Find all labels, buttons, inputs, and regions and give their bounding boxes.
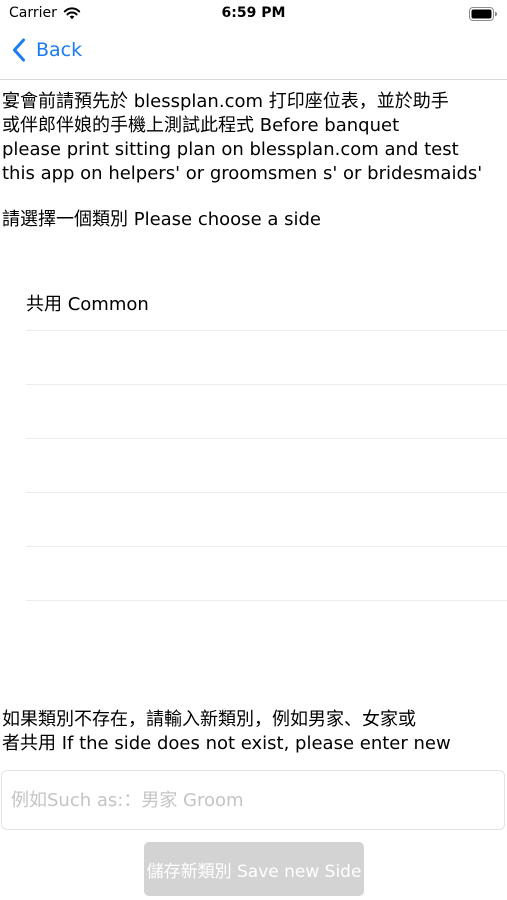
side-row[interactable] — [26, 439, 507, 493]
side-list: 共用 Common — [0, 276, 507, 655]
side-row[interactable] — [26, 547, 507, 601]
navigation-bar: Back — [0, 28, 507, 80]
back-label: Back — [36, 39, 83, 61]
side-row[interactable] — [26, 385, 507, 439]
side-row[interactable] — [26, 493, 507, 547]
battery-icon — [469, 7, 497, 21]
new-side-input[interactable] — [1, 770, 505, 830]
side-row[interactable] — [26, 331, 507, 385]
save-new-side-button[interactable]: 儲存新類別 Save new Side — [144, 842, 364, 896]
side-row-common[interactable]: 共用 Common — [26, 276, 507, 331]
side-row-label: 共用 Common — [26, 294, 149, 315]
status-bar: Carrier 6:59 PM — [0, 0, 507, 28]
choose-side-label: 請選擇一個類別 Please choose a side — [2, 209, 321, 230]
intro-instructions: 宴會前請預先於 blessplan.com 打印座位表，並於助手 或伴郎伴娘的手… — [2, 91, 483, 184]
back-button[interactable]: Back — [12, 38, 82, 62]
side-row[interactable] — [26, 601, 507, 655]
chevron-left-icon — [13, 38, 25, 62]
clock: 6:59 PM — [221, 5, 286, 21]
new-side-hint: 如果類別不存在，請輸入新類別，例如男家、女家或 者共用 If the side … — [2, 709, 451, 754]
